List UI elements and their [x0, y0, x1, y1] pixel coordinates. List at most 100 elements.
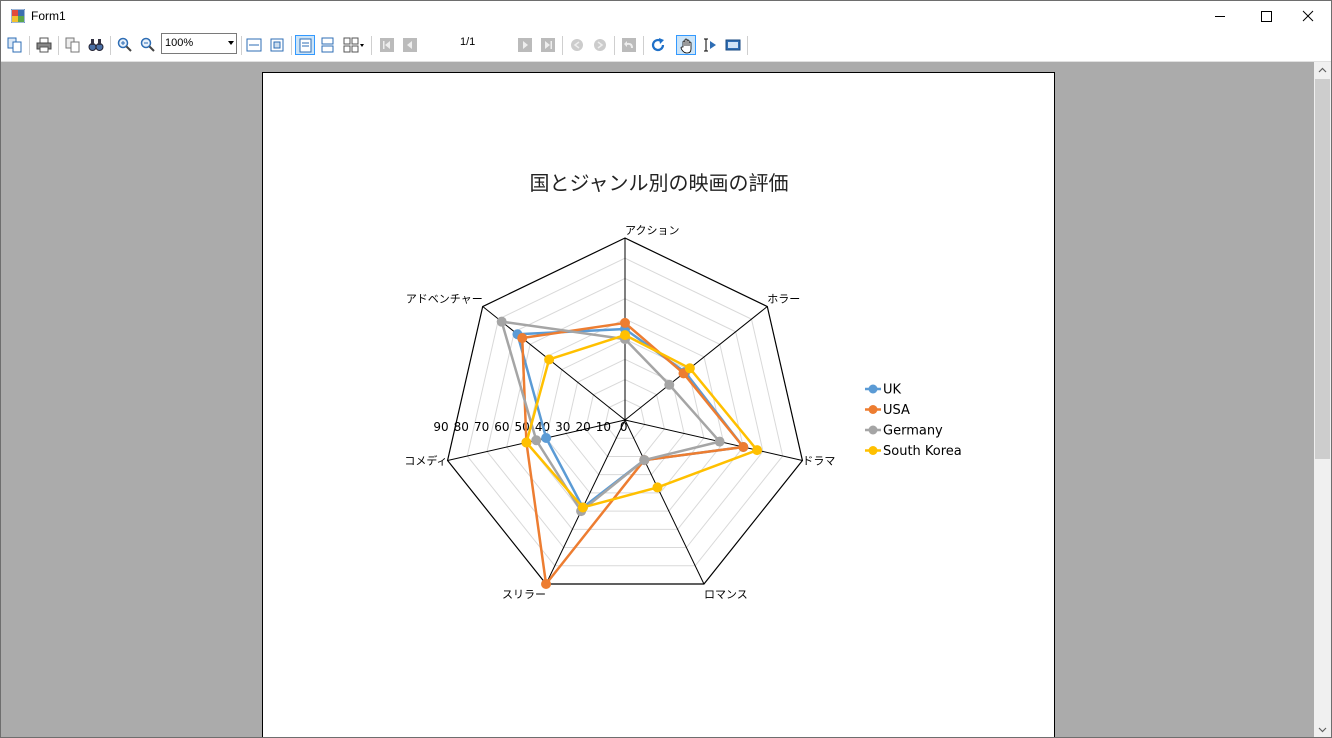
category-label: スリラー: [502, 588, 546, 601]
zoom-value: 100%: [165, 37, 194, 49]
chevron-down-icon[interactable]: [228, 41, 234, 45]
toolbar-separator: [241, 36, 242, 55]
zoom-in-icon: [117, 37, 132, 52]
data-point: [620, 317, 630, 328]
printer-icon: [36, 37, 52, 53]
legend-swatch-marker: [868, 405, 878, 414]
axis-tick-label: 30: [555, 420, 570, 434]
category-label: ホラー: [767, 293, 800, 306]
legend-item: Germany: [865, 424, 943, 439]
chart-series: [496, 316, 763, 589]
print-button[interactable]: [34, 35, 54, 55]
toolbar-separator: [747, 36, 748, 55]
series-uk: [512, 324, 749, 513]
page-width-button[interactable]: [244, 35, 264, 55]
pan-tool-button[interactable]: [676, 35, 696, 55]
axis-spoke: [545, 419, 626, 585]
toolbar-separator: [58, 36, 59, 55]
scrollbar-thumb[interactable]: [1315, 79, 1330, 459]
vertical-scrollbar[interactable]: [1314, 62, 1331, 738]
legend-swatch-marker: [868, 425, 878, 435]
snapshot-icon: [725, 39, 741, 51]
toolbar-separator: [614, 36, 615, 55]
single-page-icon: [299, 38, 312, 53]
scroll-up-icon[interactable]: [1314, 62, 1331, 79]
forward-button[interactable]: [590, 35, 610, 55]
axis-tick-label: 10: [596, 420, 611, 434]
refresh-icon: [651, 38, 665, 52]
copy-icon: [65, 37, 80, 53]
single-page-button[interactable]: [295, 35, 315, 55]
data-point: [541, 432, 552, 443]
legend-swatch-marker: [868, 446, 878, 455]
category-label: ロマンス: [704, 588, 748, 601]
previous-page-button[interactable]: [400, 35, 420, 55]
data-point: [714, 436, 725, 447]
category-label: アドベンチャー: [406, 293, 483, 306]
data-point: [684, 363, 695, 374]
legend-label: South Korea: [883, 444, 962, 459]
multi-page-dropdown[interactable]: [341, 35, 367, 55]
axis-tick-label: 70: [474, 420, 489, 434]
continuous-button[interactable]: [318, 35, 338, 55]
hand-icon: [680, 38, 692, 54]
data-point: [544, 354, 555, 365]
toolbar-separator: [371, 36, 372, 55]
refresh-button[interactable]: [648, 35, 668, 55]
maximize-button[interactable]: [1243, 1, 1289, 32]
axis-tick-label: 80: [454, 420, 469, 434]
copy-pages-button[interactable]: [5, 35, 25, 55]
category-label: ドラマ: [802, 454, 835, 467]
axis-tick-label: 0: [620, 420, 628, 434]
legend-item: UK: [865, 383, 902, 398]
toolbar-separator: [291, 36, 292, 55]
copy-pages-icon: [7, 37, 22, 53]
toolbar-separator: [110, 36, 111, 55]
page-number-box[interactable]: 1/1: [424, 33, 512, 54]
undo-button[interactable]: [619, 35, 639, 55]
legend-label: Germany: [883, 424, 943, 439]
close-button[interactable]: [1289, 1, 1331, 32]
find-button[interactable]: [86, 35, 106, 55]
axis-spoke: [624, 419, 705, 585]
data-point: [639, 455, 650, 466]
scroll-down-icon[interactable]: [1314, 721, 1331, 738]
multi-page-icon: [343, 37, 364, 53]
snapshot-button[interactable]: [723, 35, 743, 55]
data-point: [541, 578, 552, 589]
select-tool-button[interactable]: [700, 35, 720, 55]
legend-item: USA: [865, 403, 910, 418]
copy-button[interactable]: [63, 35, 83, 55]
toolbar-separator: [29, 36, 30, 55]
whole-page-icon: [270, 38, 284, 52]
data-point: [517, 333, 528, 344]
zoom-combobox[interactable]: 100%: [161, 33, 237, 54]
category-label: アクション: [625, 224, 679, 237]
previous-page-icon: [403, 38, 417, 52]
whole-page-button[interactable]: [267, 35, 287, 55]
close-icon: [1302, 10, 1314, 22]
binoculars-icon: [88, 39, 104, 51]
first-page-button[interactable]: [377, 35, 397, 55]
app-icon: [11, 9, 25, 23]
title-bar: Form1: [1, 1, 1331, 32]
toolbar-separator: [562, 36, 563, 55]
minimize-icon: [1215, 16, 1225, 17]
axis-tick-label: 90: [433, 420, 448, 434]
axis-tick-label: 50: [515, 420, 530, 434]
minimize-button[interactable]: [1197, 1, 1243, 32]
undo-icon: [622, 38, 636, 52]
zoom-out-button[interactable]: [138, 35, 158, 55]
first-page-icon: [380, 38, 394, 52]
report-page: 国とジャンル別の映画の評価 90 80 70 60 50 40 30 20 10 0 アクションホ…: [262, 72, 1055, 737]
data-point: [577, 502, 588, 513]
back-button[interactable]: [567, 35, 587, 55]
forward-icon: [594, 39, 606, 51]
data-point: [664, 379, 675, 390]
next-page-button[interactable]: [515, 35, 535, 55]
last-page-icon: [541, 38, 555, 52]
last-page-button[interactable]: [538, 35, 558, 55]
zoom-in-button[interactable]: [115, 35, 135, 55]
data-point: [752, 445, 763, 456]
category-label: コメディ: [404, 453, 447, 467]
